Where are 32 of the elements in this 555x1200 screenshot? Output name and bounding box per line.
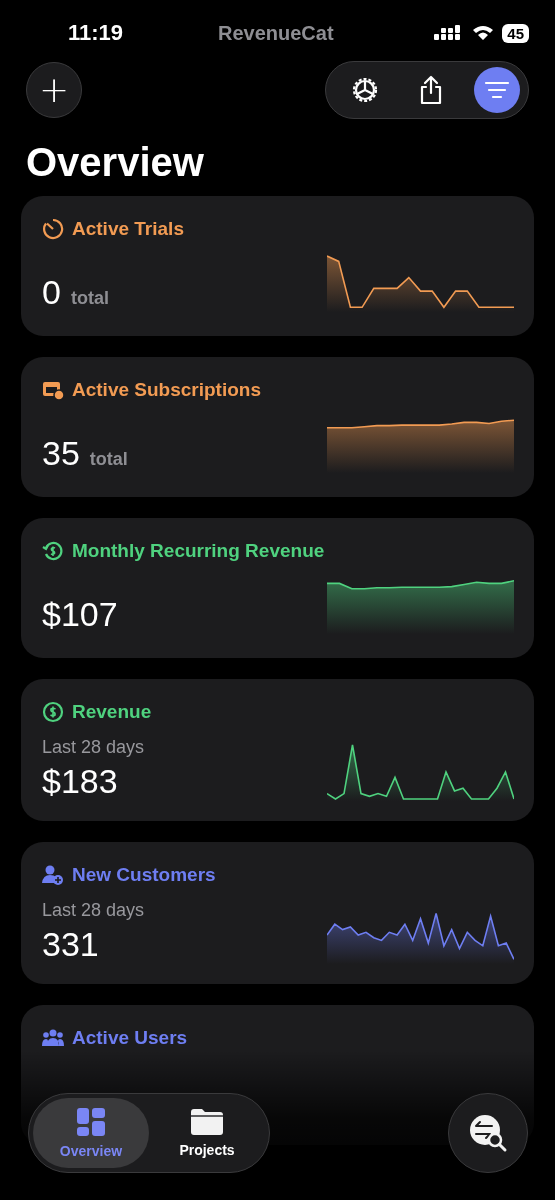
- card-title: Active Trials: [72, 218, 184, 240]
- metric-card[interactable]: New Customers Last 28 days 331: [21, 842, 534, 984]
- metric-value: 35: [42, 434, 80, 473]
- period-label: Last 28 days: [42, 737, 145, 758]
- unit-label: total: [70, 288, 109, 309]
- tab[interactable]: Overview: [33, 1098, 149, 1168]
- filter-icon: [484, 80, 510, 100]
- add-button[interactable]: +: [26, 62, 82, 118]
- card-title: Revenue: [72, 701, 152, 723]
- metric-card[interactable]: Active Trials 0 total: [21, 196, 534, 336]
- card-title: New Customers: [72, 864, 216, 886]
- metric-value: 331: [42, 925, 99, 964]
- unit-label: total: [89, 449, 128, 470]
- battery-indicator: 45: [502, 23, 529, 43]
- metric-value: 0: [42, 273, 61, 312]
- card-title: Monthly Recurring Revenue: [72, 540, 325, 562]
- card-title: Active Users: [72, 1027, 188, 1049]
- metric-value: $183: [42, 762, 118, 801]
- status-time: 11:19: [68, 20, 125, 46]
- metric-card[interactable]: Active Subscriptions 35 total: [21, 357, 534, 497]
- metric-card[interactable]: Revenue Last 28 days $183: [21, 679, 534, 821]
- folder-icon: [190, 1108, 224, 1136]
- metric-value: $107: [42, 595, 118, 634]
- search-icon: [468, 1113, 508, 1153]
- metric-card[interactable]: Monthly Recurring Revenue $107: [21, 518, 534, 658]
- card-title: Active Subscriptions: [72, 379, 261, 401]
- period-label: Last 28 days: [42, 900, 145, 921]
- page-title: Overview: [26, 139, 205, 186]
- app-logo: RevenueCat: [218, 21, 335, 45]
- filter-button[interactable]: [474, 67, 520, 113]
- dashboard-icon: [76, 1107, 106, 1137]
- wifi-icon: [472, 25, 495, 41]
